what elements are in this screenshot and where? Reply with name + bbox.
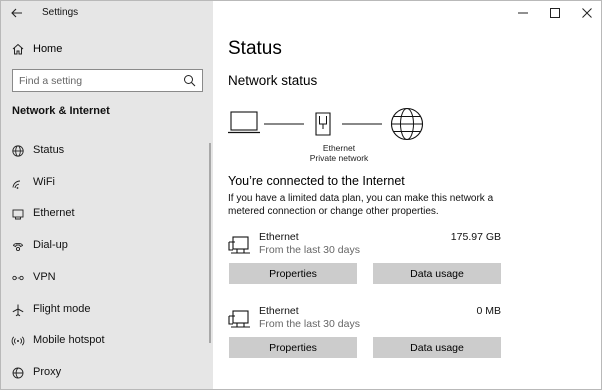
sidebar-item-label: Dial-up (33, 239, 68, 251)
laptop-icon (228, 111, 260, 134)
search-icon[interactable] (183, 74, 196, 87)
adapter-data-usage: 175.97 GB (450, 231, 501, 243)
network-diagram-graphic (228, 107, 424, 141)
close-icon (582, 8, 592, 18)
adapter-name: Ethernet (259, 231, 299, 243)
sidebar-item-label: VPN (33, 271, 56, 283)
ethernet-adapter-icon (315, 112, 331, 136)
diagram-network-profile: Private network (309, 153, 369, 163)
sidebar-item-label: Proxy (33, 366, 62, 378)
adapter-period: From the last 30 days (259, 318, 360, 330)
sidebar-item-mobile-hotspot[interactable]: Mobile hotspot (1, 327, 213, 355)
network-diagram: Ethernet Private network (228, 106, 428, 166)
sidebar-item-vpn[interactable]: VPN (1, 264, 213, 292)
minimize-icon (518, 12, 528, 14)
sidebar-item-label: WiFi (33, 176, 55, 188)
network-status-heading: Network status (228, 73, 318, 88)
adapter-data-usage: 0 MB (476, 305, 501, 317)
sidebar-item-ethernet[interactable]: Ethernet (1, 200, 213, 228)
sidebar-item-label: Mobile hotspot (33, 334, 105, 346)
home-label: Home (33, 43, 63, 55)
internet-globe-icon (390, 107, 424, 141)
properties-button[interactable]: Properties (229, 337, 357, 358)
maximize-button[interactable] (539, 1, 571, 25)
sidebar-item-status[interactable]: Status (1, 137, 213, 165)
main-panel: Status Network status Ethernet Private n… (213, 1, 601, 389)
back-arrow-icon (11, 8, 22, 18)
section-heading: Network & Internet (12, 105, 110, 117)
diagram-adapter-name: Ethernet (322, 143, 356, 153)
sidebar-item-dial-up[interactable]: Dial-up (1, 232, 213, 260)
globe-status-icon (12, 145, 24, 157)
settings-window: Settings Home Network & Internet Status (0, 0, 602, 390)
dial-up-icon (12, 243, 24, 252)
connection-status-heading: You’re connected to the Internet (228, 174, 405, 188)
home-icon (12, 43, 24, 55)
maximize-icon (550, 8, 560, 18)
sidebar-item-label: Status (33, 144, 65, 156)
wifi-icon (12, 180, 21, 189)
data-usage-button[interactable]: Data usage (373, 337, 501, 358)
proxy-icon (12, 367, 24, 379)
properties-button[interactable]: Properties (229, 263, 357, 284)
sidebar-item-label: Flight mode (33, 303, 91, 315)
page-title: Status (228, 38, 282, 59)
title-bar: Settings (1, 1, 213, 27)
connection-description: If you have a limited data plan, you can… (228, 193, 494, 217)
window-controls (507, 1, 601, 25)
hotspot-icon (11, 336, 25, 346)
search-input[interactable] (19, 73, 174, 88)
search-box[interactable] (12, 69, 203, 92)
sidebar-scrollbar[interactable] (209, 143, 211, 343)
sidebar-item-label: Ethernet (33, 207, 75, 219)
vpn-icon (12, 275, 24, 281)
close-button[interactable] (571, 1, 601, 25)
minimize-button[interactable] (507, 1, 539, 25)
ethernet-icon (12, 209, 24, 220)
airplane-icon (12, 304, 24, 317)
sidebar: Settings Home Network & Internet Status (1, 1, 213, 389)
home-nav-item[interactable]: Home (1, 37, 213, 63)
adapter-period: From the last 30 days (259, 244, 360, 256)
back-button[interactable] (6, 3, 28, 23)
window-title: Settings (42, 7, 79, 18)
ethernet-adapter-icon (228, 310, 250, 328)
adapter-name: Ethernet (259, 305, 299, 317)
data-usage-button[interactable]: Data usage (373, 263, 501, 284)
ethernet-adapter-icon (228, 236, 250, 254)
sidebar-item-wifi[interactable]: WiFi (1, 169, 213, 197)
sidebar-item-flight-mode[interactable]: Flight mode (1, 296, 213, 324)
sidebar-item-proxy[interactable]: Proxy (1, 359, 213, 387)
